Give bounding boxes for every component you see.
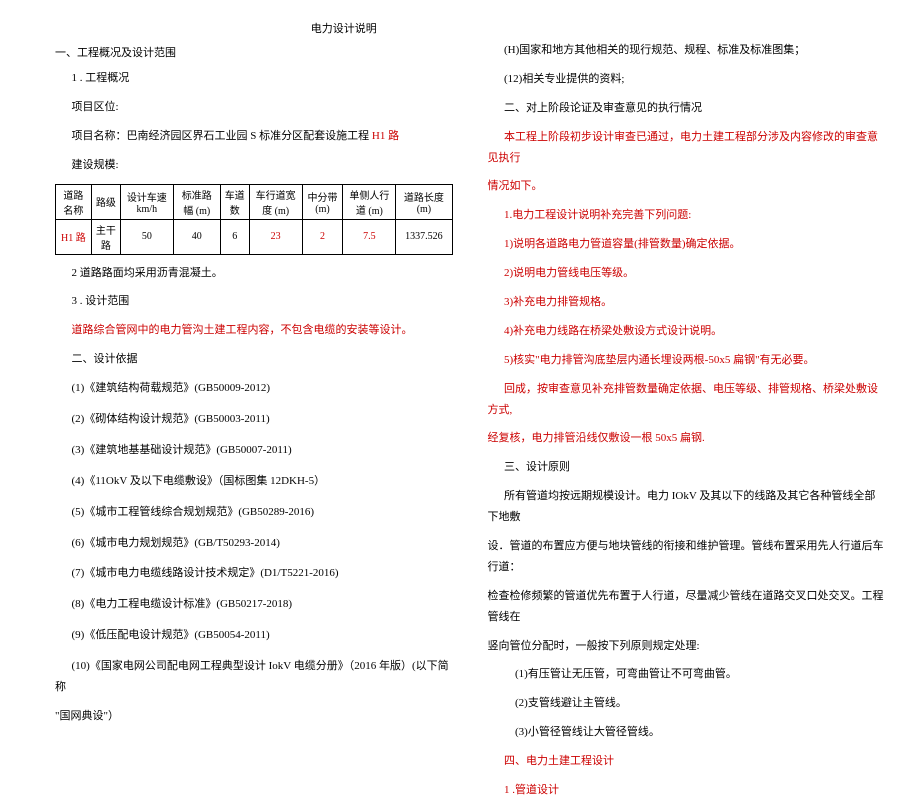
p3-2: 设．管道的布置应方便与地块管线的衔接和维护管理。管线布置采用先人行道后车行道： bbox=[488, 536, 886, 578]
th-length: 道路长度 (m) bbox=[396, 184, 452, 219]
th-grade: 路级 bbox=[91, 184, 120, 219]
rule-3: (3)小管径管线让大管径管线。 bbox=[488, 722, 886, 743]
red-list-5: 5)核实"电力排管沟底垫层内通长埋设两根-50x5 扁钢"有无必要。 bbox=[488, 350, 886, 371]
ref-8: (8)《电力工程电缆设计标准》(GB50217-2018) bbox=[55, 594, 453, 615]
red-list-1: 1)说明各道路电力管道容量(排管数量)确定依据。 bbox=[488, 234, 886, 255]
subheading-1-3: 3 . 设计范围 bbox=[55, 291, 453, 312]
p-11: (H)国家和地方其他相关的现行规范、规程、标准及标准图集； bbox=[488, 40, 886, 61]
road-table: 道路名称 路级 设计车速 km/h 标准路幅 (m) 车道数 车行道宽度 (m)… bbox=[55, 184, 453, 255]
th-carriage: 车行道宽度 (m) bbox=[249, 184, 302, 219]
th-width: 标准路幅 (m) bbox=[173, 184, 220, 219]
td-carriage: 23 bbox=[249, 219, 302, 254]
ref-4: (4)《11OkV 及以下电缆敷设》（国标图集 12DKH-5） bbox=[55, 471, 453, 492]
th-lanes: 车道数 bbox=[220, 184, 249, 219]
project-name-link: H1 路 bbox=[372, 130, 399, 142]
left-column: 电力设计说明 一、工程概况及设计范围 1 . 工程概况 项目区位: 项目名称：巴… bbox=[20, 20, 458, 631]
design-scope: 道路综合管网中的电力管沟土建工程内容，不包含电缆的安装等设计。 bbox=[55, 320, 453, 341]
heading-4-1: 1 .管道设计 bbox=[488, 780, 886, 801]
ref-6: (6)《城市电力规划规范》(GB/T50293-2014) bbox=[55, 533, 453, 554]
ref-5: (5)《城市工程管线综合规划规范》(GB50289-2016) bbox=[55, 502, 453, 523]
p-13: 二、对上阶段论证及审查意见的执行情况 bbox=[488, 98, 886, 119]
heading-1: 一、工程概况及设计范围 bbox=[55, 44, 453, 60]
heading-2: 二、设计依据 bbox=[55, 349, 453, 370]
ref-7: (7)《城市电力电缆线路设计技术规定》(D1/T5221-2016) bbox=[55, 563, 453, 584]
ref-9: (9)《低压配电设计规范》(GB50054-2011) bbox=[55, 625, 453, 646]
red-list-2: 2)说明电力管线电压等级。 bbox=[488, 263, 886, 284]
td-length: 1337.526 bbox=[396, 219, 452, 254]
ref-2: (2)《砌体结构设计规范》(GB50003-2011) bbox=[55, 409, 453, 430]
table-header-row: 道路名称 路级 设计车速 km/h 标准路幅 (m) 车道数 车行道宽度 (m)… bbox=[56, 184, 453, 219]
p3-4: 竖向管位分配时，一般按下列原则规定处理: bbox=[488, 636, 886, 657]
th-median: 中分带 (m) bbox=[302, 184, 343, 219]
td-grade: 主干路 bbox=[91, 219, 120, 254]
th-name: 道路名称 bbox=[56, 184, 92, 219]
td-name: H1 路 bbox=[56, 219, 92, 254]
heading-3: 三、设计原则 bbox=[488, 457, 886, 478]
table-row: H1 路 主干路 50 40 6 23 2 7.5 1337.526 bbox=[56, 219, 453, 254]
td-median: 2 bbox=[302, 219, 343, 254]
red-list-0: 1.电力工程设计说明补充完善下列问题: bbox=[488, 205, 886, 226]
build-scale: 建设规模: bbox=[55, 155, 453, 176]
td-sidewalk: 7.5 bbox=[343, 219, 396, 254]
p-12: (12)相关专业提供的资料; bbox=[488, 69, 886, 90]
p-red-1: 本工程上阶段初步设计审查已通过，电力土建工程部分涉及内容修改的审查意见执行 bbox=[488, 127, 886, 169]
subheading-1-1: 1 . 工程概况 bbox=[55, 68, 453, 89]
ref-1: (1)《建筑结构荷载规范》(GB50009-2012) bbox=[55, 378, 453, 399]
td-width: 40 bbox=[173, 219, 220, 254]
th-speed: 设计车速 km/h bbox=[120, 184, 173, 219]
th-sidewalk: 单侧人行道 (m) bbox=[343, 184, 396, 219]
ref-3: (3)《建筑地基基础设计规范》(GB50007-2011) bbox=[55, 440, 453, 461]
red-sum-1: 回成，按审查意见补充排管数量确定依据、电压等级、排管规格、桥梁处敷设方式, bbox=[488, 379, 886, 421]
p3-3: 检查检修频繁的管道优先布置于人行道，尽量减少管线在道路交叉口处交叉。工程管线在 bbox=[488, 586, 886, 628]
td-speed: 50 bbox=[120, 219, 173, 254]
ref-10-b: "国网典设"） bbox=[55, 706, 453, 727]
rule-1: (1)有压管让无压管，可弯曲管让不可弯曲管。 bbox=[488, 664, 886, 685]
doc-title: 电力设计说明 bbox=[55, 20, 453, 36]
rule-2: (2)支管线避让主管线。 bbox=[488, 693, 886, 714]
heading-4: 四、电力土建工程设计 bbox=[488, 751, 886, 772]
right-column: (H)国家和地方其他相关的现行规范、规程、标准及标准图集； (12)相关专业提供… bbox=[468, 20, 901, 631]
red-sum-2: 经复核，电力排管沿线仅敷设一根 50x5 扁钢. bbox=[488, 428, 886, 449]
project-region: 项目区位: bbox=[55, 97, 453, 118]
td-lanes: 6 bbox=[220, 219, 249, 254]
red-list-3: 3)补充电力排管规格。 bbox=[488, 292, 886, 313]
project-name: 项目名称：巴南经济园区界石工业园 S 标准分区配套设施工程 H1 路 bbox=[55, 126, 453, 147]
project-name-text: 项目名称：巴南经济园区界石工业园 S 标准分区配套设施工程 bbox=[72, 130, 370, 142]
p-red-2: 情况如下。 bbox=[488, 176, 886, 197]
p3-1: 所有管道均按远期规模设计。电力 IOkV 及其以下的线路及其它各种管线全部下地敷 bbox=[488, 486, 886, 528]
ref-10-a: (10)《国家电网公司配电网工程典型设计 IokV 电缆分册》（2016 年版）… bbox=[55, 656, 453, 698]
red-list-4: 4)补充电力线路在桥梁处敷设方式设计说明。 bbox=[488, 321, 886, 342]
pavement: 2 道路路面均采用沥青混凝土。 bbox=[55, 263, 453, 284]
